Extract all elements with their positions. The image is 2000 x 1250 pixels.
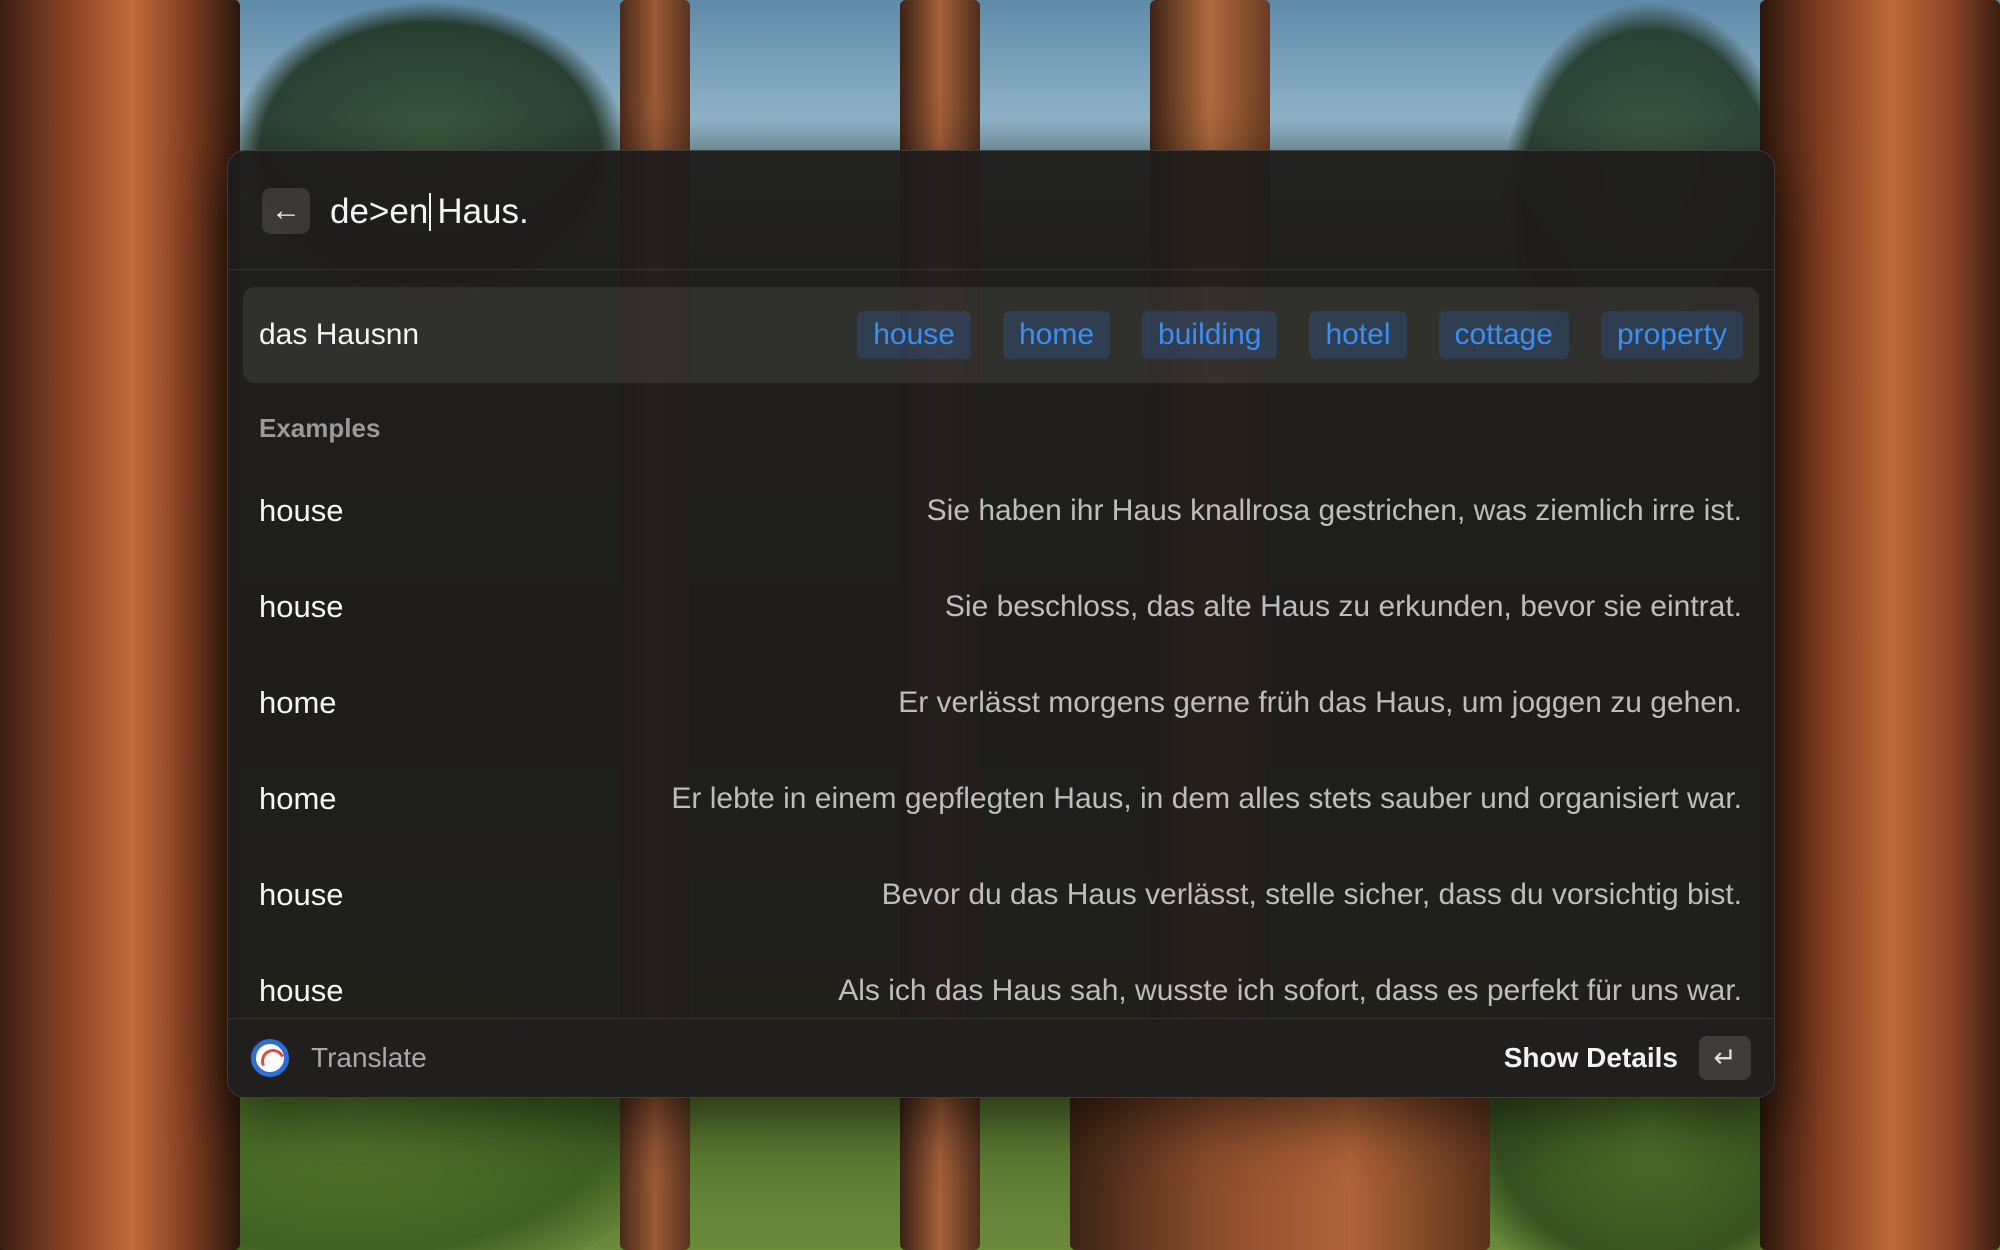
- back-button[interactable]: ←: [262, 188, 310, 234]
- examples-section-label: Examples: [259, 413, 381, 443]
- example-row[interactable]: house Sie beschloss, das alte Haus zu er…: [228, 559, 1774, 655]
- translation-result-row[interactable]: das Hausnn house home building hotel cot…: [243, 287, 1759, 383]
- search-bar: ← de>en Haus.: [228, 151, 1774, 270]
- app-name: Translate: [311, 1042, 427, 1073]
- wallpaper-tree: [1760, 0, 2000, 1250]
- example-row[interactable]: home Er verlässt morgens gerne früh das …: [228, 655, 1774, 751]
- launcher-window: ← de>en Haus. das Hausnn house home build…: [227, 150, 1775, 1098]
- query-prefix: de>en: [330, 192, 429, 231]
- example-word: home: [259, 781, 337, 816]
- arrow-left-icon: ←: [271, 194, 301, 227]
- example-row[interactable]: house Sie haben ihr Haus knallrosa gestr…: [228, 463, 1774, 559]
- example-word: home: [259, 685, 337, 720]
- example-row[interactable]: home Er lebte in einem gepflegten Haus, …: [228, 751, 1774, 847]
- show-details-button[interactable]: Show Details: [1504, 1019, 1678, 1097]
- query-text: Haus.: [437, 192, 529, 231]
- headword: das Hausnn: [259, 318, 420, 351]
- wallpaper-tree: [0, 0, 240, 1250]
- example-word: house: [259, 589, 344, 624]
- example-word: house: [259, 877, 344, 912]
- example-word: house: [259, 493, 344, 528]
- translation-chip[interactable]: building: [1142, 311, 1278, 359]
- translation-chip[interactable]: house: [857, 311, 971, 359]
- translate-app-icon: [251, 1039, 289, 1077]
- action-bar: Translate Show Details ↵: [228, 1018, 1774, 1097]
- translation-chips: house home building hotel cottage proper…: [857, 311, 1743, 359]
- search-input[interactable]: de>en Haus.: [330, 187, 529, 237]
- wallpaper-tree: [1070, 1080, 1490, 1250]
- example-sentence: Sie beschloss, das alte Haus zu erkunden…: [944, 590, 1742, 623]
- translation-chip[interactable]: home: [1002, 311, 1111, 359]
- example-sentence: Bevor du das Haus verlässt, stelle siche…: [881, 878, 1742, 911]
- translation-chip[interactable]: hotel: [1309, 311, 1407, 359]
- text-caret: [429, 193, 432, 231]
- example-sentence: Er verlässt morgens gerne früh das Haus,…: [898, 686, 1742, 719]
- return-icon: ↵: [1713, 1042, 1737, 1073]
- translation-chip[interactable]: property: [1600, 311, 1743, 359]
- enter-key-hint[interactable]: ↵: [1699, 1036, 1751, 1080]
- example-sentence: Sie haben ihr Haus knallrosa gestrichen,…: [926, 494, 1742, 527]
- example-sentence: Er lebte in einem gepflegten Haus, in de…: [671, 782, 1742, 815]
- example-row[interactable]: house Bevor du das Haus verlässt, stelle…: [228, 847, 1774, 943]
- examples-list: house Sie haben ihr Haus knallrosa gestr…: [228, 463, 1774, 1039]
- translation-chip[interactable]: cottage: [1438, 311, 1569, 359]
